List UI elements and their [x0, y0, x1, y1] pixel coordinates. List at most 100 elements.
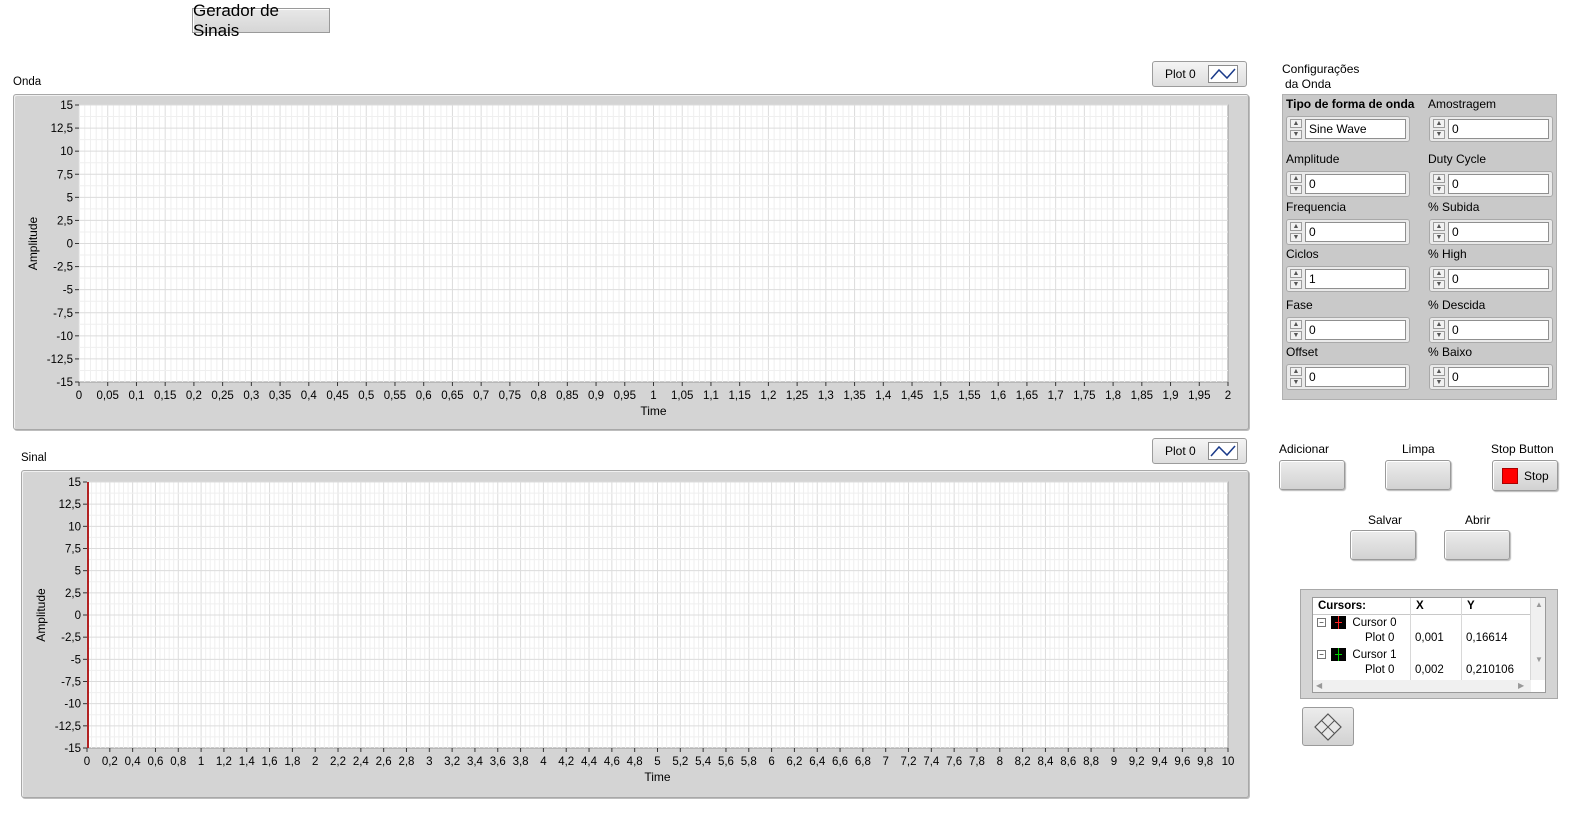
vertical-scrollbar[interactable]: ▲ ▼ — [1531, 598, 1545, 680]
value-field[interactable]: 0 — [1448, 119, 1549, 139]
value-field[interactable]: 0 — [1305, 320, 1406, 340]
onda-ytick-label: -15 — [56, 377, 73, 389]
increment-icon[interactable]: ▲ — [1433, 320, 1445, 329]
cursor-move-button[interactable] — [1302, 707, 1354, 746]
sinal-ytick-label: 0 — [75, 610, 81, 622]
scroll-up-icon[interactable]: ▲ — [1531, 600, 1545, 609]
config-control-frequencia[interactable]: ▲ ▼ 0 — [1286, 219, 1410, 245]
spinner[interactable]: ▲ ▼ — [1290, 320, 1302, 340]
spinner[interactable]: ▲ ▼ — [1290, 269, 1302, 289]
sinal-xtick-label: 5,2 — [672, 756, 688, 768]
increment-icon[interactable]: ▲ — [1290, 320, 1302, 329]
value-field[interactable]: 0 — [1448, 367, 1549, 387]
scroll-down-icon[interactable]: ▼ — [1531, 655, 1545, 664]
spinner[interactable]: ▲ ▼ — [1433, 269, 1445, 289]
onda-ytick-label: 7,5 — [57, 169, 73, 181]
adicionar-button[interactable] — [1279, 460, 1345, 490]
config-control-amostragem[interactable]: ▲ ▼ 0 — [1429, 116, 1553, 142]
decrement-icon[interactable]: ▼ — [1290, 233, 1302, 242]
onda-xtick-label: 1,25 — [786, 390, 808, 402]
abrir-button[interactable] — [1444, 530, 1510, 560]
config-control--high[interactable]: ▲ ▼ 0 — [1429, 266, 1553, 292]
increment-icon[interactable]: ▲ — [1290, 119, 1302, 128]
spinner[interactable]: ▲ ▼ — [1433, 320, 1445, 340]
decrement-icon[interactable]: ▼ — [1290, 378, 1302, 387]
onda-xtick-label: 0,65 — [441, 390, 463, 402]
increment-icon[interactable]: ▲ — [1433, 222, 1445, 231]
value-field[interactable]: 0 — [1448, 269, 1549, 289]
cursor-1-x[interactable]: 0,002 — [1415, 664, 1444, 680]
increment-icon[interactable]: ▲ — [1433, 119, 1445, 128]
value-field[interactable]: 0 — [1305, 174, 1406, 194]
value-field[interactable]: 0 — [1448, 222, 1549, 242]
onda-xtick-label: 0,4 — [301, 390, 318, 402]
increment-icon[interactable]: ▲ — [1433, 174, 1445, 183]
decrement-icon[interactable]: ▼ — [1433, 185, 1445, 194]
spinner[interactable]: ▲ ▼ — [1290, 367, 1302, 387]
value-field[interactable]: 0 — [1448, 174, 1549, 194]
cursor-0-color-icon[interactable] — [1331, 616, 1347, 629]
config-control--descida[interactable]: ▲ ▼ 0 — [1429, 317, 1553, 343]
config-control-tipo-de-forma-de-onda[interactable]: ▲ ▼ Sine Wave — [1286, 116, 1410, 142]
decrement-icon[interactable]: ▼ — [1290, 331, 1302, 340]
limpa-button[interactable] — [1385, 460, 1451, 490]
cursor-1-color-icon[interactable] — [1331, 648, 1347, 661]
config-control-ciclos[interactable]: ▲ ▼ 1 — [1286, 266, 1410, 292]
spinner[interactable]: ▲ ▼ — [1433, 174, 1445, 194]
spinner[interactable]: ▲ ▼ — [1290, 174, 1302, 194]
salvar-button[interactable] — [1350, 530, 1416, 560]
config-control-duty-cycle[interactable]: ▲ ▼ 0 — [1429, 171, 1553, 197]
sinal-xtick-label: 3,2 — [444, 756, 460, 768]
value-field[interactable]: 0 — [1448, 320, 1549, 340]
increment-icon[interactable]: ▲ — [1290, 174, 1302, 183]
cursor-0-x[interactable]: 0,001 — [1415, 632, 1444, 648]
increment-icon[interactable]: ▲ — [1290, 269, 1302, 278]
config-control-fase[interactable]: ▲ ▼ 0 — [1286, 317, 1410, 343]
spinner[interactable]: ▲ ▼ — [1290, 119, 1302, 139]
spinner[interactable]: ▲ ▼ — [1433, 222, 1445, 242]
scroll-right-icon[interactable]: ▶ — [1518, 681, 1524, 690]
spinner[interactable]: ▲ ▼ — [1433, 367, 1445, 387]
increment-icon[interactable]: ▲ — [1433, 269, 1445, 278]
increment-icon[interactable]: ▲ — [1290, 222, 1302, 231]
config-control-offset[interactable]: ▲ ▼ 0 — [1286, 364, 1410, 390]
decrement-icon[interactable]: ▼ — [1433, 378, 1445, 387]
decrement-icon[interactable]: ▼ — [1290, 280, 1302, 289]
decrement-icon[interactable]: ▼ — [1290, 185, 1302, 194]
increment-icon[interactable]: ▲ — [1290, 367, 1302, 376]
cursor-1-row[interactable]: − Cursor 1 — [1317, 648, 1397, 664]
onda-xtick-label: 2 — [1225, 390, 1231, 402]
decrement-icon[interactable]: ▼ — [1433, 130, 1445, 139]
onda-ytick-label: 5 — [67, 192, 73, 204]
config-label-amplitude: Amplitude — [1286, 152, 1340, 166]
sinal-xtick-label: 2,4 — [353, 756, 370, 768]
cursor-0-row[interactable]: − Cursor 0 — [1317, 616, 1397, 632]
value-field[interactable]: Sine Wave — [1305, 119, 1406, 139]
collapse-icon[interactable]: − — [1317, 650, 1326, 659]
decrement-icon[interactable]: ▼ — [1433, 233, 1445, 242]
value-field[interactable]: 0 — [1305, 367, 1406, 387]
config-control--baixo[interactable]: ▲ ▼ 0 — [1429, 364, 1553, 390]
increment-icon[interactable]: ▲ — [1433, 367, 1445, 376]
scroll-left-icon[interactable]: ◀ — [1316, 681, 1322, 690]
cursor-legend-table[interactable]: Cursors: X Y − Cursor 0 Plot 0 0,001 0,1… — [1312, 597, 1546, 693]
sinal-xtick-label: 1,4 — [239, 756, 256, 768]
config-control--subida[interactable]: ▲ ▼ 0 — [1429, 219, 1553, 245]
onda-xtick-label: 0,8 — [531, 390, 547, 402]
spinner[interactable]: ▲ ▼ — [1290, 222, 1302, 242]
config-label--baixo: % Baixo — [1428, 345, 1473, 359]
value-field[interactable]: 0 — [1305, 222, 1406, 242]
horizontal-scrollbar[interactable]: ◀ ▶ — [1313, 680, 1531, 692]
sinal-xtick-label: 1,8 — [284, 756, 300, 768]
decrement-icon[interactable]: ▼ — [1433, 331, 1445, 340]
stop-button[interactable]: Stop — [1492, 460, 1558, 491]
value-field[interactable]: 1 — [1305, 269, 1406, 289]
decrement-icon[interactable]: ▼ — [1290, 130, 1302, 139]
cursor-1-y[interactable]: 0,210106 — [1466, 664, 1514, 680]
spinner[interactable]: ▲ ▼ — [1433, 119, 1445, 139]
collapse-icon[interactable]: − — [1317, 618, 1326, 627]
sinal-xtick-label: 7,2 — [901, 756, 917, 768]
cursor-0-y[interactable]: 0,16614 — [1466, 632, 1508, 648]
decrement-icon[interactable]: ▼ — [1433, 280, 1445, 289]
config-control-amplitude[interactable]: ▲ ▼ 0 — [1286, 171, 1410, 197]
